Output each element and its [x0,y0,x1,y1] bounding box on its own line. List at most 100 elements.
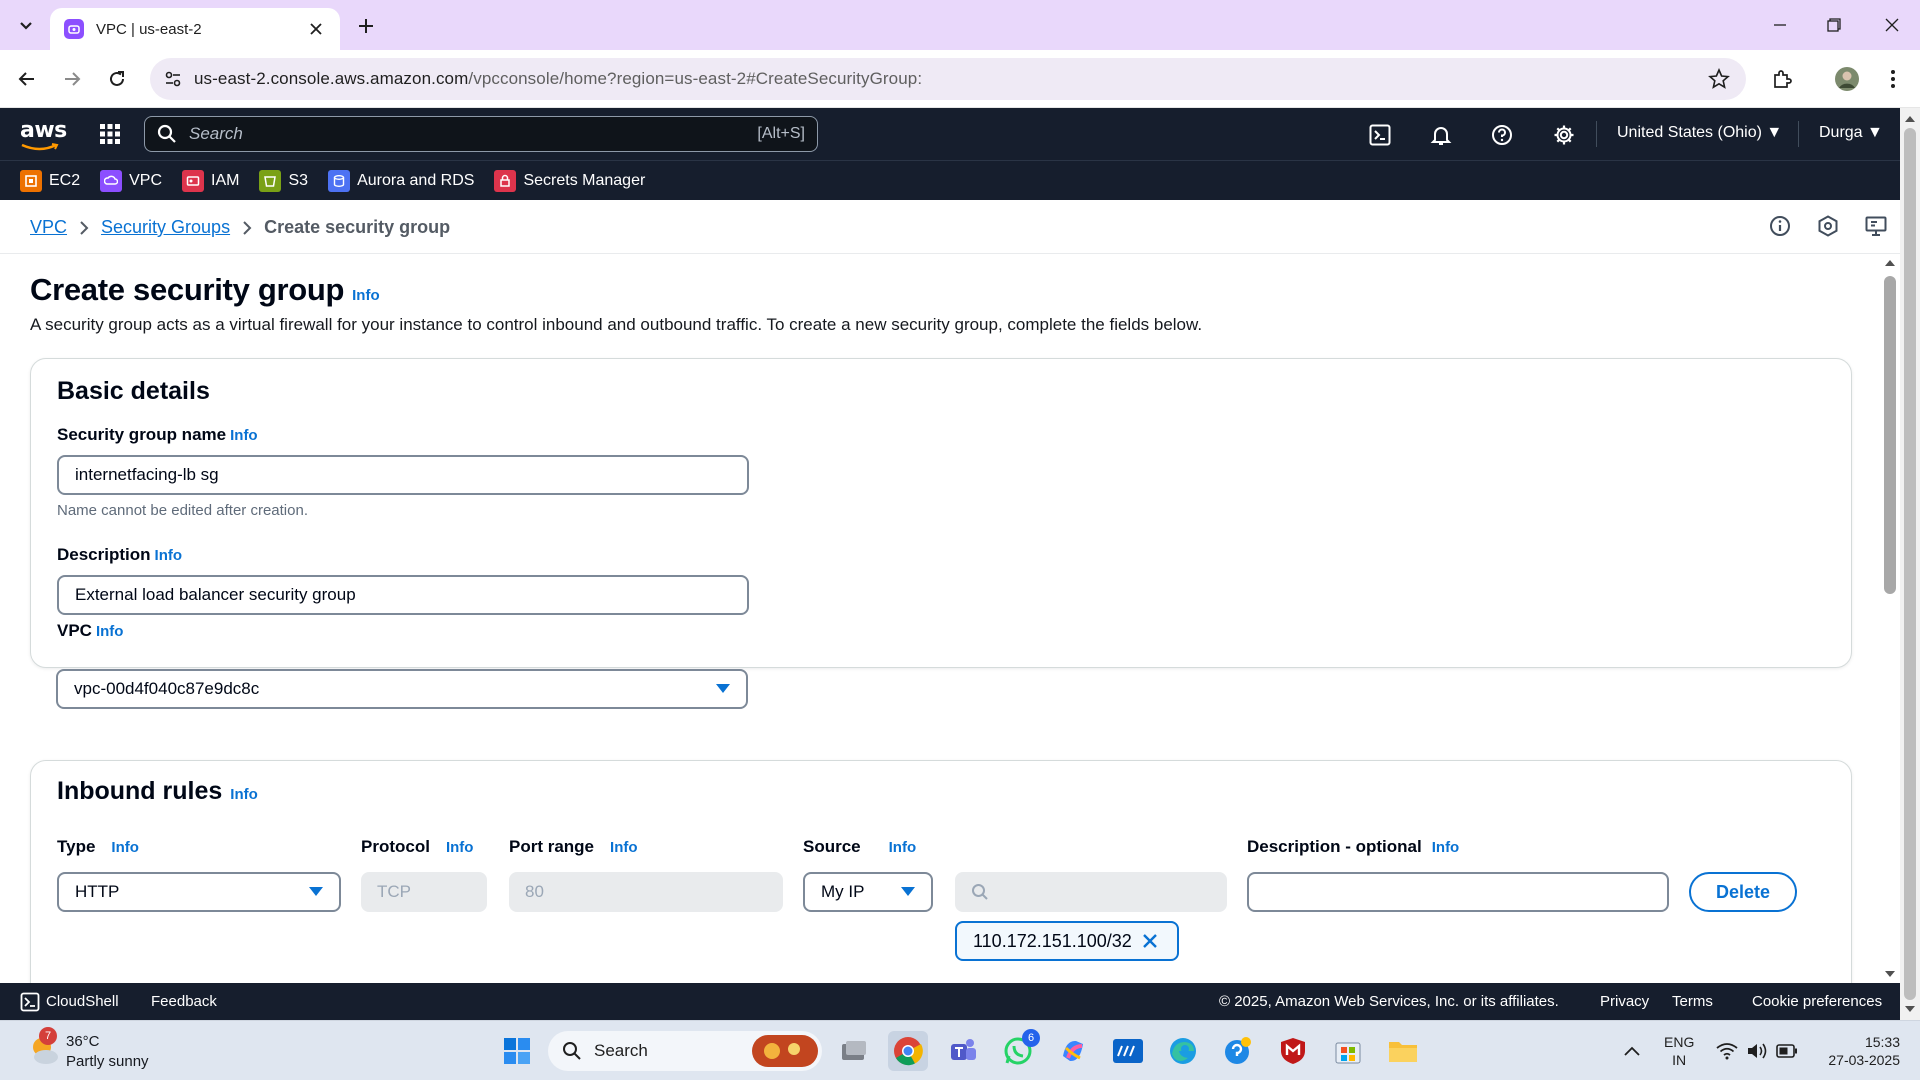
rule-description-info-link[interactable]: Info [1432,839,1460,856]
cloudshell-button[interactable] [1366,121,1394,149]
battery-icon[interactable] [1776,1044,1798,1058]
monitor-feedback-icon[interactable] [1864,214,1888,238]
scroll-down-arrow-icon[interactable] [1900,1002,1920,1016]
browser-scrollbar[interactable] [1900,108,1920,1020]
inbound-info-link[interactable]: Info [230,786,258,803]
help-button[interactable] [1488,121,1516,149]
weather-widget-icon[interactable]: 7 [24,1027,64,1069]
vpc-info-link[interactable]: Info [96,623,124,640]
type-info-link[interactable]: Info [111,839,139,856]
tab-search-dropdown-button[interactable] [10,10,42,42]
file-explorer-taskbar-app[interactable] [1383,1031,1423,1071]
content-scrollbar[interactable] [1880,254,1900,983]
favorite-services-bar: EC2 VPC IAM S3 Aurora and RDS Secrets Ma… [0,160,1900,200]
description-info-link[interactable]: Info [155,547,183,564]
edge-taskbar-app[interactable] [1163,1031,1203,1071]
rule-type-select[interactable]: HTTP [57,872,341,912]
hexagon-settings-icon[interactable] [1816,214,1840,238]
reload-button[interactable] [100,62,134,96]
taskbar-search[interactable]: Search [548,1031,822,1071]
task-view-button[interactable] [834,1031,874,1071]
description-label-text: Description [57,545,151,564]
source-info-link[interactable]: Info [889,839,917,856]
footer-terms-link[interactable]: Terms [1672,993,1713,1010]
footer-cookie-preferences-link[interactable]: Cookie preferences [1752,993,1882,1010]
info-circle-icon[interactable] [1768,214,1792,238]
service-shortcut-s3[interactable]: S3 [259,169,308,192]
source-cidr-search-input[interactable] [955,872,1227,912]
description-input[interactable]: External load balancer security group [57,575,749,615]
back-button[interactable] [10,62,44,96]
extensions-button[interactable] [1765,62,1799,96]
site-settings-icon[interactable] [164,70,182,88]
new-tab-button[interactable] [350,10,382,42]
footer-cloudshell-link[interactable]: CloudShell [46,993,119,1010]
close-window-button[interactable] [1864,0,1920,50]
aws-search-input[interactable]: Search [Alt+S] [144,116,818,152]
breadcrumb-link-security-groups[interactable]: Security Groups [101,217,230,238]
page-info-link[interactable]: Info [352,287,380,304]
footer-privacy-link[interactable]: Privacy [1600,993,1649,1010]
search-shortcut: [Alt+S] [757,125,805,142]
whatsapp-taskbar-app[interactable]: 6 [998,1029,1040,1071]
start-button[interactable] [497,1031,537,1071]
chrome-taskbar-app[interactable] [888,1031,928,1071]
inbound-rules-panel: Inbound rules Info Type Info Protocol Info … [30,760,1852,983]
service-shortcut-vpc[interactable]: VPC [100,169,162,192]
protocol-info-link[interactable]: Info [446,839,474,856]
rule-description-input[interactable] [1247,872,1669,912]
search-icon [972,884,988,900]
rule-source-select[interactable]: My IP [803,872,933,912]
settings-button[interactable] [1550,121,1578,149]
region-selector[interactable]: United States (Ohio) ▼ [1617,124,1782,142]
profile-avatar[interactable] [1830,62,1864,96]
scroll-up-arrow-icon[interactable] [1900,112,1920,126]
remove-token-icon[interactable] [1142,933,1158,949]
weather-widget[interactable]: 36°C Partly sunny [66,1032,149,1072]
notifications-button[interactable] [1427,121,1455,149]
browser-scrollbar-thumb[interactable] [1904,128,1916,1000]
account-menu[interactable]: Durga ▼ [1819,124,1883,142]
avatar-icon [1835,67,1859,91]
delete-rule-button[interactable]: Delete [1689,872,1797,912]
aws-logo[interactable]: aws [20,118,67,151]
tab-close-icon[interactable] [306,19,326,39]
minimize-window-button[interactable] [1752,0,1808,50]
myhp-taskbar-app[interactable] [1108,1031,1148,1071]
content-scrollbar-thumb[interactable] [1884,276,1896,594]
wifi-icon[interactable] [1716,1042,1738,1060]
mcafee-taskbar-app[interactable] [1273,1031,1313,1071]
teams-taskbar-app[interactable] [943,1031,983,1071]
copilot-taskbar-app[interactable] [1053,1031,1093,1071]
name-info-link[interactable]: Info [230,427,258,444]
inbound-rules-heading-text: Inbound rules [57,777,223,805]
chevron-up-icon[interactable] [1623,1045,1641,1057]
volume-icon[interactable] [1746,1042,1768,1060]
scroll-down-arrow-icon[interactable] [1880,967,1900,981]
terminal-icon[interactable] [20,992,40,1012]
footer-feedback-link[interactable]: Feedback [151,993,217,1010]
forward-button[interactable] [55,62,89,96]
breadcrumb: VPC Security Groups Create security grou… [30,217,450,238]
security-group-name-input[interactable]: internetfacing-lb sg [57,455,749,495]
get-help-taskbar-app[interactable] [1218,1031,1258,1071]
service-shortcut-aurora-rds[interactable]: Aurora and RDS [328,169,474,192]
restore-window-button[interactable] [1806,0,1862,50]
scroll-up-arrow-icon[interactable] [1880,256,1900,270]
minimize-icon [1774,24,1786,26]
service-shortcut-iam[interactable]: IAM [182,169,239,192]
address-bar[interactable]: us-east-2.console.aws.amazon.com/vpccons… [150,58,1746,100]
service-shortcut-secrets-manager[interactable]: Secrets Manager [494,169,645,192]
bell-icon [1430,127,1452,145]
active-browser-tab[interactable]: VPC | us-east-2 [50,8,340,50]
bookmark-star-icon[interactable] [1708,68,1730,90]
service-shortcut-ec2[interactable]: EC2 [20,169,80,192]
port-range-info-link[interactable]: Info [610,839,638,856]
breadcrumb-link-vpc[interactable]: VPC [30,217,67,238]
language-indicator[interactable]: ENG IN [1664,1033,1694,1069]
services-menu-button[interactable] [98,122,124,148]
vpc-select[interactable]: vpc-00d4f040c87e9dc8c [56,669,748,709]
system-clock[interactable]: 15:33 27-03-2025 [1812,1033,1900,1069]
browser-menu-button[interactable] [1876,62,1910,96]
store-taskbar-app[interactable] [1328,1031,1368,1071]
